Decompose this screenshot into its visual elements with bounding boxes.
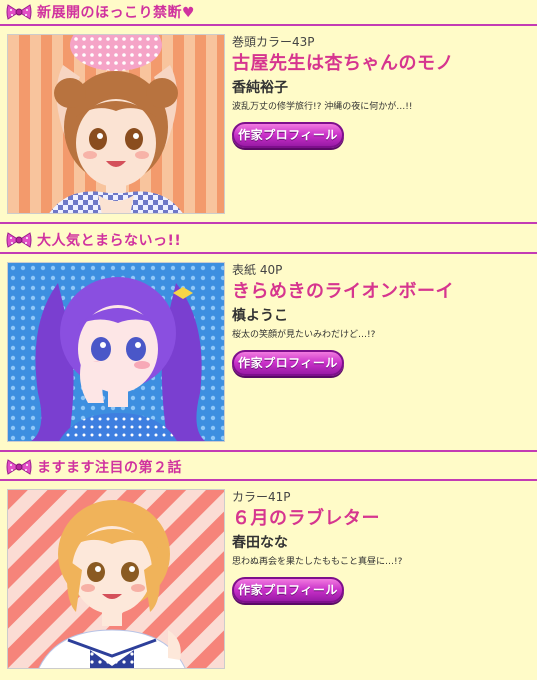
author-profile-button[interactable]: 作家プロフィール (232, 122, 344, 148)
section-divider (0, 222, 537, 224)
ribbon-bow-icon (6, 459, 32, 475)
work-blurb: 桜太の笑顔が見たいみわだけど…!? (232, 330, 376, 340)
manga-girl-illustration (8, 35, 224, 213)
ribbon-bow-icon (6, 4, 32, 20)
author-name: 春田なな (232, 535, 288, 551)
work-info: 表紙 40P きらめきのライオンボーイ 槙ようこ 桜太の笑顔が見たいみわだけど…… (232, 262, 532, 376)
cover-illustration[interactable] (7, 489, 225, 669)
work-blurb: 思わぬ再会を果たしたももこと真昼に…!? (232, 557, 403, 567)
work-info: カラー41P ６月のラブレター 春田なな 思わぬ再会を果たしたももこと真昼に…!… (232, 489, 532, 603)
section-heading: 大人気とまらないっ!! (0, 228, 537, 254)
work-title[interactable]: ６月のラブレター (232, 506, 532, 532)
page-info: 巻頭カラー43P (232, 35, 315, 49)
author-name: 香純裕子 (232, 80, 288, 96)
work-title[interactable]: きらめきのライオンボーイ (232, 279, 532, 305)
section-heading: 新展開のほっこり禁断♥ (0, 0, 537, 26)
cover-illustration[interactable] (7, 262, 225, 442)
feature-section-3: ますます注目の第２話 カラー41P ６月のラブレター 春田なな 思わぬ再会を果た… (0, 455, 537, 679)
section-heading: ますます注目の第２話 (0, 455, 537, 481)
work-title[interactable]: 古屋先生は杏ちゃんのモノ (232, 51, 532, 77)
page-info: カラー41P (232, 490, 291, 504)
section-divider (0, 450, 537, 452)
section-heading-text: ますます注目の第２話 (37, 460, 182, 476)
work-info: 巻頭カラー43P 古屋先生は杏ちゃんのモノ 香純裕子 波乱万丈の修学旅行!? 沖… (232, 34, 532, 148)
section-heading-text: 新展開のほっこり禁断♥ (37, 5, 196, 21)
page-info: 表紙 40P (232, 263, 283, 277)
author-name: 槙ようこ (232, 308, 288, 324)
ribbon-bow-icon (6, 232, 32, 248)
section-heading-text: 大人気とまらないっ!! (37, 233, 182, 249)
cover-illustration[interactable] (7, 34, 225, 214)
author-profile-button[interactable]: 作家プロフィール (232, 350, 344, 376)
manga-girl-illustration (8, 490, 224, 668)
manga-girl-illustration (8, 263, 224, 441)
feature-section-2: 大人気とまらないっ!! 表紙 40P きらめきのライオンボーイ 槙ようこ 桜太の… (0, 228, 537, 454)
work-blurb: 波乱万丈の修学旅行!? 沖縄の夜に何かが…!! (232, 102, 413, 112)
feature-section-1: 新展開のほっこり禁断♥ 巻頭カラー43P 古屋先生は杏ちゃんのモノ 香純裕子 波… (0, 0, 537, 226)
author-profile-button[interactable]: 作家プロフィール (232, 577, 344, 603)
